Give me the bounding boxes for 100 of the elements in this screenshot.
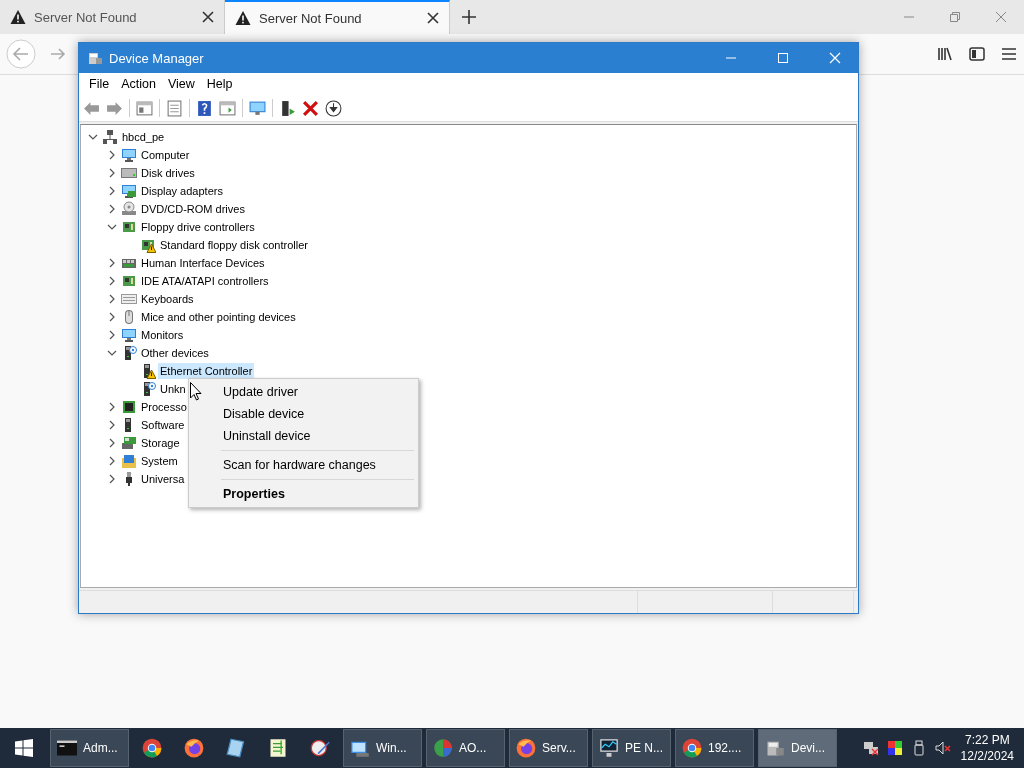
close-icon[interactable] (202, 11, 214, 23)
collapsed-chevron-icon[interactable] (107, 168, 117, 178)
collapsed-chevron-icon[interactable] (107, 186, 117, 196)
tree-item[interactable]: Standard floppy disk controller (158, 237, 310, 253)
browser-tab[interactable]: Server Not Found (225, 0, 450, 34)
collapsed-chevron-icon[interactable] (107, 402, 117, 412)
taskbar-button[interactable]: 192.... (675, 729, 754, 767)
new-tab-icon[interactable] (462, 10, 476, 24)
help-icon[interactable] (196, 99, 213, 117)
tree-item[interactable]: Mice and other pointing devices (139, 309, 298, 325)
network-computer-icon (102, 129, 118, 145)
warning-icon (235, 10, 251, 26)
warning-device-icon (140, 237, 156, 253)
disc-drive-icon (121, 201, 137, 217)
browser-icon[interactable] (142, 738, 162, 758)
chip-icon (121, 399, 137, 415)
maximize-icon[interactable] (777, 52, 789, 64)
display-card-icon (121, 183, 137, 199)
collapsed-chevron-icon[interactable] (107, 456, 117, 466)
clock-date: 12/2/2024 (960, 748, 1014, 764)
brush-icon[interactable] (310, 738, 330, 758)
windows-icon (15, 739, 33, 757)
disk-tool-icon (433, 738, 453, 758)
expanded-chevron-icon[interactable] (107, 222, 117, 232)
close-icon[interactable] (427, 12, 439, 24)
tree-item[interactable]: System (139, 453, 180, 469)
tree-item[interactable]: Display adapters (139, 183, 225, 199)
clock-time: 7:22 PM (964, 732, 1010, 748)
tree-item[interactable]: Monitors (139, 327, 186, 343)
tree-item[interactable]: Disk drives (139, 165, 197, 181)
tree-item[interactable]: Other devices (139, 345, 211, 361)
menu-item[interactable]: Help (200, 77, 239, 91)
tree-item[interactable]: Storage (139, 435, 182, 451)
mouse-pointer-icon (190, 382, 202, 401)
menu-icon[interactable] (1000, 45, 1018, 63)
collapsed-chevron-icon[interactable] (107, 420, 117, 430)
tree-item[interactable]: Human Interface Devices (139, 255, 267, 271)
expanded-chevron-icon[interactable] (107, 348, 117, 358)
tree-item[interactable]: Keyboards (139, 291, 196, 307)
collapsed-chevron-icon[interactable] (107, 312, 117, 322)
storage-icon (121, 435, 137, 451)
menu-item[interactable]: File (83, 77, 116, 91)
sidebar-icon[interactable] (968, 45, 986, 63)
browser-icon[interactable] (184, 738, 204, 758)
tab-title: Server Not Found (259, 10, 363, 26)
tree-item[interactable]: Computer (139, 147, 192, 163)
taskbar-button[interactable]: Win... (343, 729, 422, 767)
update-driver-icon[interactable] (279, 99, 296, 117)
collapsed-chevron-icon[interactable] (107, 258, 117, 268)
collapsed-chevron-icon[interactable] (107, 150, 117, 160)
network-icon[interactable] (862, 740, 879, 756)
tree-item[interactable]: Processo (139, 399, 189, 415)
tree-item[interactable]: DVD/CD-ROM drives (139, 201, 247, 217)
collapsed-chevron-icon[interactable] (107, 204, 117, 214)
drive-icon (121, 165, 137, 181)
taskbar-button[interactable]: Serv... (509, 729, 588, 767)
network-monitor-icon (599, 738, 619, 758)
tree-item[interactable]: IDE ATA/ATAPI controllers (139, 273, 271, 289)
window-title: Device Manager (109, 50, 204, 66)
action-pane-icon[interactable] (219, 99, 236, 117)
monitor-scan-icon[interactable] (249, 99, 266, 117)
collapsed-chevron-icon[interactable] (107, 330, 117, 340)
taskbar-button[interactable]: Devi... (758, 729, 837, 767)
color-display-icon[interactable] (886, 740, 903, 756)
menu-item[interactable]: Properties (191, 483, 416, 505)
expanded-chevron-icon[interactable] (88, 132, 98, 142)
menu-item[interactable]: Disable device (191, 403, 416, 425)
download-icon[interactable] (325, 99, 342, 117)
tree-item[interactable]: Ethernet Controller (158, 363, 255, 379)
tree-item[interactable]: Unkn (158, 381, 188, 397)
menu-item[interactable]: Scan for hardware changes (191, 454, 416, 476)
tab-title: Server Not Found (34, 9, 138, 25)
collapsed-chevron-icon[interactable] (107, 276, 117, 286)
monitor-icon (121, 147, 137, 163)
library-icon[interactable] (936, 45, 954, 63)
menu-item[interactable]: Uninstall device (191, 425, 416, 447)
taskbar-button[interactable]: Adm... (50, 729, 129, 767)
delete-icon[interactable] (302, 99, 319, 117)
tree-item[interactable]: hbcd_pe (120, 129, 167, 145)
taskbar-button[interactable]: PE N... (592, 729, 671, 767)
taskbar-button[interactable]: AO... (426, 729, 505, 767)
restore-icon[interactable] (949, 11, 961, 23)
notepad-icon[interactable] (226, 738, 246, 758)
circuit-board-icon (121, 273, 137, 289)
properties-icon[interactable] (166, 99, 183, 117)
browser-icon (516, 738, 536, 758)
console-tree-icon[interactable] (136, 99, 153, 117)
keyboard-icon (121, 291, 137, 307)
tree-item[interactable]: Software (139, 417, 187, 433)
system-folder-icon (121, 453, 137, 469)
collapsed-chevron-icon[interactable] (107, 474, 117, 484)
collapsed-chevron-icon[interactable] (107, 438, 117, 448)
tree-item[interactable]: Floppy drive controllers (139, 219, 257, 235)
menu-item[interactable]: View (161, 77, 201, 91)
warning-icon (10, 9, 26, 25)
collapsed-chevron-icon[interactable] (107, 294, 117, 304)
menu-item[interactable]: Action (115, 77, 162, 91)
speaker-muted-icon[interactable] (934, 740, 951, 756)
tree-item[interactable]: Universa (139, 471, 187, 487)
document-icon[interactable] (268, 738, 288, 758)
